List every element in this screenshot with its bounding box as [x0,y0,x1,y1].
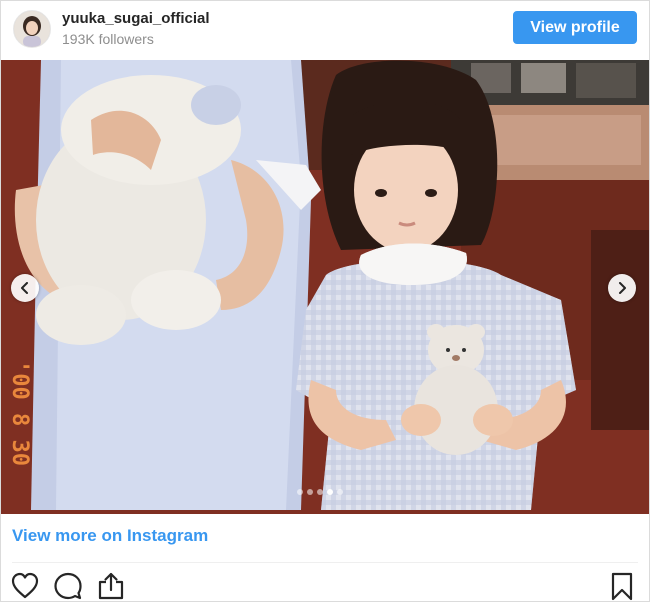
divider [12,562,638,563]
view-more-link[interactable]: View more on Instagram [12,526,208,546]
carousel-dot-active [327,489,333,495]
post-photo[interactable]: '00 8 30 [1,60,649,514]
post-header: yuuka_sugai_official 193K followers View… [1,1,649,59]
view-profile-button[interactable]: View profile [513,11,637,44]
comment-button[interactable] [53,571,83,601]
bookmark-icon [611,572,633,601]
carousel-next-button[interactable] [608,274,636,302]
comment-icon [54,572,82,600]
carousel-indicator [297,489,343,495]
share-icon [98,572,124,600]
like-button[interactable] [10,571,40,601]
share-button[interactable] [96,571,126,601]
chevron-left-icon [21,282,28,294]
heart-icon [11,572,39,599]
save-button[interactable] [607,571,637,601]
carousel-dot [337,489,343,495]
action-bar [1,569,649,603]
avatar[interactable] [13,10,51,48]
instagram-embed-card: yuuka_sugai_official 193K followers View… [0,0,650,602]
follower-count: 193K followers [62,31,154,47]
username[interactable]: yuuka_sugai_official [62,10,210,27]
chevron-right-icon [619,282,626,294]
carousel-dot [297,489,303,495]
carousel-prev-button[interactable] [11,274,39,302]
photo-date-stamp: '00 8 30 [7,360,32,466]
carousel-dot [317,489,323,495]
carousel-dot [307,489,313,495]
